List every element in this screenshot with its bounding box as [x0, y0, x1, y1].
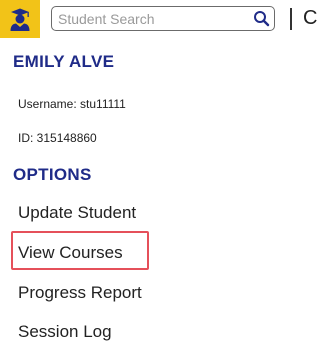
student-name-heading: EMILY ALVE — [13, 52, 115, 71]
view-courses-link[interactable]: View Courses — [18, 243, 123, 263]
progress-report-link[interactable]: Progress Report — [18, 283, 142, 303]
session-log-link[interactable]: Session Log — [18, 322, 112, 342]
update-student-link[interactable]: Update Student — [18, 203, 136, 223]
top-bar: C — [0, 0, 318, 38]
truncated-header-text: C — [303, 7, 318, 29]
student-username: Username: stu11111 — [18, 97, 126, 111]
search-icon[interactable] — [253, 10, 270, 27]
toolbar-divider — [290, 8, 292, 30]
student-logo-button[interactable] — [0, 0, 40, 38]
graduation-cap-student-icon — [10, 8, 30, 31]
student-id: ID: 315148860 — [18, 131, 97, 145]
options-heading: OPTIONS — [13, 165, 92, 184]
student-search-input[interactable] — [58, 9, 248, 28]
student-search-box — [51, 6, 275, 31]
